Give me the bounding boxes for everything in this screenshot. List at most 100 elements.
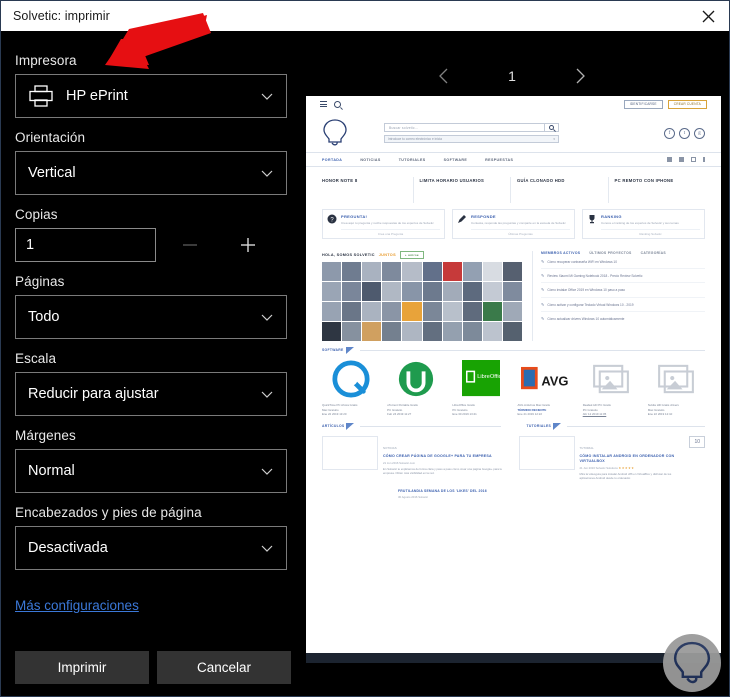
article-kicker: NOTICIAS — [383, 445, 397, 450]
preview-section-tag: TUTORIALES — [526, 424, 552, 429]
preview-software-item: uTorrent Portable Gratis PC Gratuito Feb… — [387, 358, 444, 417]
previous-page-button[interactable] — [433, 65, 455, 87]
avatar — [342, 261, 362, 281]
avatar — [482, 281, 502, 301]
headers-footers-label: Encabezados y pies de página — [15, 505, 202, 520]
preview-section-tag: SOFTWARE — [322, 348, 344, 353]
svg-text:AVG: AVG — [541, 373, 568, 388]
title-bar: Solvetic: imprimir — [1, 1, 729, 31]
google-plus-icon: g — [694, 127, 705, 139]
print-preview-area: 1 IDENTIFICARSE CREAR CUENTA Buscar solv… — [302, 31, 729, 696]
avatar — [442, 261, 462, 281]
signup-button: CREAR CUENTA — [667, 99, 707, 109]
current-page-number: 1 — [508, 68, 516, 84]
preview-promo-card: RESPONDE Contesta, responde las pregunta… — [452, 209, 575, 239]
preview-tab: ÚLTIMOS PROYECTOS — [589, 250, 632, 255]
preview-articles-row: NOTICIAS CÓMO CREAR PÁGINA DE GOOGLE+ PA… — [306, 432, 721, 480]
pages-select[interactable]: Todo — [15, 295, 287, 339]
avatar — [382, 261, 402, 281]
preview-software-meta: LibreOffice Gratis PC Gratuito Ene 30 20… — [452, 402, 477, 417]
preview-software-meta: uTorrent Portable Gratis PC Gratuito Feb… — [387, 402, 418, 417]
scale-select[interactable]: Reducir para ajustar — [15, 372, 287, 416]
preview-card-desc: Conoce el ranking de los expertos de Sol… — [601, 221, 679, 225]
article-title: CÓMO CREAR PÁGINA DE GOOGLE+ PARA TU EMP… — [383, 453, 492, 458]
avatar — [422, 321, 442, 341]
triangle-icon — [346, 422, 355, 430]
close-button[interactable] — [685, 1, 729, 31]
printer-label: Impresora — [15, 53, 77, 68]
preview-category: GUÍA CLONADO HDD — [510, 177, 608, 203]
headers-footers-select[interactable]: Desactivada — [15, 526, 287, 570]
avatar — [502, 321, 522, 341]
scale-label: Escala — [15, 351, 57, 366]
page-navigator: 1 — [302, 59, 722, 93]
preview-software-item: Nvidia HD Gratis drivers Mac Gratuito En… — [648, 358, 705, 417]
preview-article: TUTORIAL CÓMO INSTALAR ANDROID EN ORDENA… — [518, 435, 705, 480]
preview-card-title: PREGUNTA! — [341, 214, 368, 219]
chevron-left-icon — [439, 68, 448, 84]
preview-nav-item: SOFTWARE — [443, 157, 468, 162]
preview-software-item: AVG AVG Antivirus Mac Gratis TÉRMINO REC… — [518, 358, 575, 417]
avatar — [342, 281, 362, 301]
divider — [360, 425, 501, 427]
preview-software-meta: Realtek HD PC Gratis PC Gratuito Abr 12 … — [582, 402, 611, 417]
bell-icon — [679, 157, 684, 162]
headers-footers-field: Encabezados y pies de página Desactivada — [15, 505, 287, 570]
printer-select[interactable]: HP ePrint — [15, 74, 287, 118]
preview-search-button — [545, 123, 559, 132]
avatar — [482, 321, 502, 341]
print-button[interactable]: Imprimir — [15, 651, 149, 684]
preview-nav-item: PORTADA — [322, 157, 343, 162]
avatar — [382, 301, 402, 321]
avg-icon: AVG — [518, 358, 575, 400]
avatar — [462, 321, 482, 341]
chevron-down-icon — [261, 170, 273, 177]
solvetic-watermark — [663, 634, 721, 692]
copies-decrement-button[interactable] — [164, 228, 216, 262]
preview-promo-card: ? PREGUNTA! Crea aquí tu pregunta y reci… — [322, 209, 445, 239]
question-icon: ? — [327, 214, 337, 224]
avatar — [462, 301, 482, 321]
article-kicker: TUTORIAL — [579, 445, 594, 450]
pages-label: Páginas — [15, 274, 65, 289]
more-settings-link[interactable]: Más configuraciones — [15, 598, 139, 613]
next-page-button[interactable] — [569, 65, 591, 87]
avatar — [502, 261, 522, 281]
article-thumbnail — [518, 435, 575, 470]
preview-social-links: f t g — [664, 127, 705, 139]
printer-value: HP ePrint — [66, 88, 128, 104]
chevron-right-icon — [576, 68, 585, 84]
orientation-label: Orientación — [15, 130, 86, 145]
preview-card-title: RESPONDE — [471, 214, 496, 219]
preview-tab: MIEMBROS ACTIVOS — [541, 250, 581, 255]
extra-article-title: FRUTILANDIA SEMANA DE LOS 'LIKES' DEL 20… — [398, 489, 487, 494]
preview-category: LIMITA HORARIO USUARIOS — [412, 177, 511, 203]
copies-increment-button[interactable] — [222, 228, 274, 262]
copies-input[interactable] — [15, 228, 156, 262]
preview-card-footer: Crea una Pregunta — [341, 228, 440, 236]
preview-software-item: LibreOffice LibreOffice Gratis PC Gratui… — [452, 358, 509, 417]
copies-label: Copias — [15, 207, 58, 222]
orientation-select[interactable]: Vertical — [15, 151, 287, 195]
avatar — [402, 321, 422, 341]
avatar — [422, 261, 442, 281]
avatar — [482, 261, 502, 281]
preview-software-section-header: SOFTWARE — [306, 341, 721, 356]
cancel-button[interactable]: Cancelar — [157, 651, 291, 684]
close-icon — [702, 10, 714, 22]
avatar — [362, 321, 382, 341]
preview-search-filter: Introduce tu correo electrónico e inicia… — [384, 135, 559, 143]
margins-select[interactable]: Normal — [15, 449, 287, 493]
bullet-icon: ✎ — [541, 287, 545, 293]
preview-avatar-grid — [322, 261, 522, 341]
preview-site-footer — [306, 653, 721, 663]
preview-page-sheet: IDENTIFICARSE CREAR CUENTA Buscar solvet… — [306, 96, 721, 663]
copies-field: Copias — [15, 207, 287, 262]
bullet-icon: ✎ — [541, 301, 545, 307]
chevron-down-icon — [261, 468, 273, 475]
dialog-actions: Imprimir Cancelar — [15, 651, 291, 684]
quicktime-icon — [322, 358, 379, 400]
preview-software-item: QuickTime PC Ahora Gratis Mac Gratuito E… — [322, 358, 379, 417]
preview-site-header: Buscar solvetic... Introduce tu correo e… — [306, 112, 721, 152]
search-icon — [334, 100, 341, 108]
